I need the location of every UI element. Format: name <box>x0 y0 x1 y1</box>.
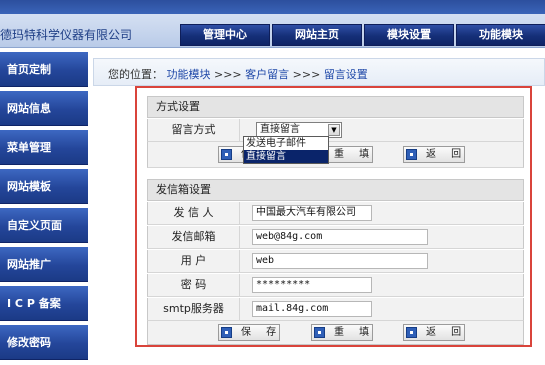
method-button-row: 保 存 重 填 返 回 <box>147 142 524 168</box>
smtp-server-label: smtp服务器 <box>148 298 240 320</box>
sidebar: 首页定制 网站信息 菜单管理 网站模板 自定义页面 网站推广 I C P 备案 … <box>0 52 88 365</box>
method-section-title: 方式设置 <box>147 96 524 118</box>
smtp-server-input[interactable]: mail.84g.com <box>252 301 372 317</box>
password-row: 密 码 ********* <box>147 274 524 297</box>
top-bar: 德玛特科学仪器有限公司 管理中心 网站主页 模块设置 功能模块 <box>0 0 545 48</box>
sender-name-input[interactable]: 中国最大汽车有限公司 <box>252 205 372 221</box>
username-label: 用 户 <box>148 250 240 272</box>
sender-section-title: 发信箱设置 <box>147 179 524 201</box>
username-row: 用 户 web <box>147 250 524 273</box>
save-icon <box>221 327 232 338</box>
sidebar-item-change-password[interactable]: 修改密码 <box>0 325 88 360</box>
nav-module-settings[interactable]: 模块设置 <box>364 24 454 46</box>
option-direct-message[interactable]: 直接留言 <box>244 150 328 163</box>
smtp-server-row: smtp服务器 mail.84g.com <box>147 298 524 321</box>
method-row: 留言方式 直接留言 ▼ <box>147 119 524 142</box>
chevron-down-icon[interactable]: ▼ <box>328 124 340 136</box>
breadcrumb-current-message-settings: 留言设置 <box>323 68 368 81</box>
sender-name-row: 发 信 人 中国最大汽车有限公司 <box>147 202 524 225</box>
sender-save-button[interactable]: 保 存 <box>218 324 280 341</box>
breadcrumb-prefix: 您的位置： <box>108 68 163 81</box>
sidebar-item-custom-page[interactable]: 自定义页面 <box>0 208 88 243</box>
breadcrumb-bar: 您的位置： 功能模块 >>> 客户留言 >>> 留言设置 <box>93 58 545 86</box>
settings-frame: 方式设置 留言方式 直接留言 ▼ 保 存 重 填 返 回 发信箱设置 发 信 人… <box>135 86 532 347</box>
nav-admin-center[interactable]: 管理中心 <box>180 24 270 46</box>
sidebar-item-home-custom[interactable]: 首页定制 <box>0 52 88 87</box>
sender-email-row: 发信邮箱 web@84g.com <box>147 226 524 249</box>
sender-email-label: 发信邮箱 <box>148 226 240 248</box>
sender-name-label: 发 信 人 <box>148 202 240 224</box>
sender-back-button[interactable]: 返 回 <box>403 324 465 341</box>
reset-icon <box>314 327 325 338</box>
method-dropdown-list: 发送电子邮件 直接留言 <box>243 136 329 164</box>
sidebar-item-menu-management[interactable]: 菜单管理 <box>0 130 88 165</box>
back-icon <box>406 327 417 338</box>
breadcrumb-link-function-modules[interactable]: 功能模块 <box>167 68 211 81</box>
breadcrumb: 您的位置： 功能模块 >>> 客户留言 >>> 留言设置 <box>108 66 368 82</box>
method-back-button[interactable]: 返 回 <box>403 146 465 163</box>
breadcrumb-separator: >>> <box>292 68 321 81</box>
password-input[interactable]: ********* <box>252 277 372 293</box>
nav-function-modules[interactable]: 功能模块 <box>456 24 545 46</box>
back-icon <box>406 149 417 160</box>
username-input[interactable]: web <box>252 253 428 269</box>
method-select-value: 直接留言 <box>260 124 300 135</box>
sidebar-item-site-template[interactable]: 网站模板 <box>0 169 88 204</box>
method-label: 留言方式 <box>148 119 240 141</box>
option-send-email[interactable]: 发送电子邮件 <box>244 137 328 150</box>
nav-site-home[interactable]: 网站主页 <box>272 24 362 46</box>
sender-button-row: 保 存 重 填 返 回 <box>147 321 524 345</box>
company-name: 德玛特科学仪器有限公司 <box>0 28 133 42</box>
sender-email-input[interactable]: web@84g.com <box>252 229 428 245</box>
sidebar-item-icp-filing[interactable]: I C P 备案 <box>0 286 88 321</box>
sidebar-item-site-promotion[interactable]: 网站推广 <box>0 247 88 282</box>
sender-reset-button[interactable]: 重 填 <box>311 324 373 341</box>
breadcrumb-separator: >>> <box>214 68 242 81</box>
sidebar-item-site-info[interactable]: 网站信息 <box>0 91 88 126</box>
password-label: 密 码 <box>148 274 240 296</box>
save-icon <box>221 149 232 160</box>
top-stripe <box>0 0 545 14</box>
breadcrumb-link-customer-messages[interactable]: 客户留言 <box>245 68 289 81</box>
